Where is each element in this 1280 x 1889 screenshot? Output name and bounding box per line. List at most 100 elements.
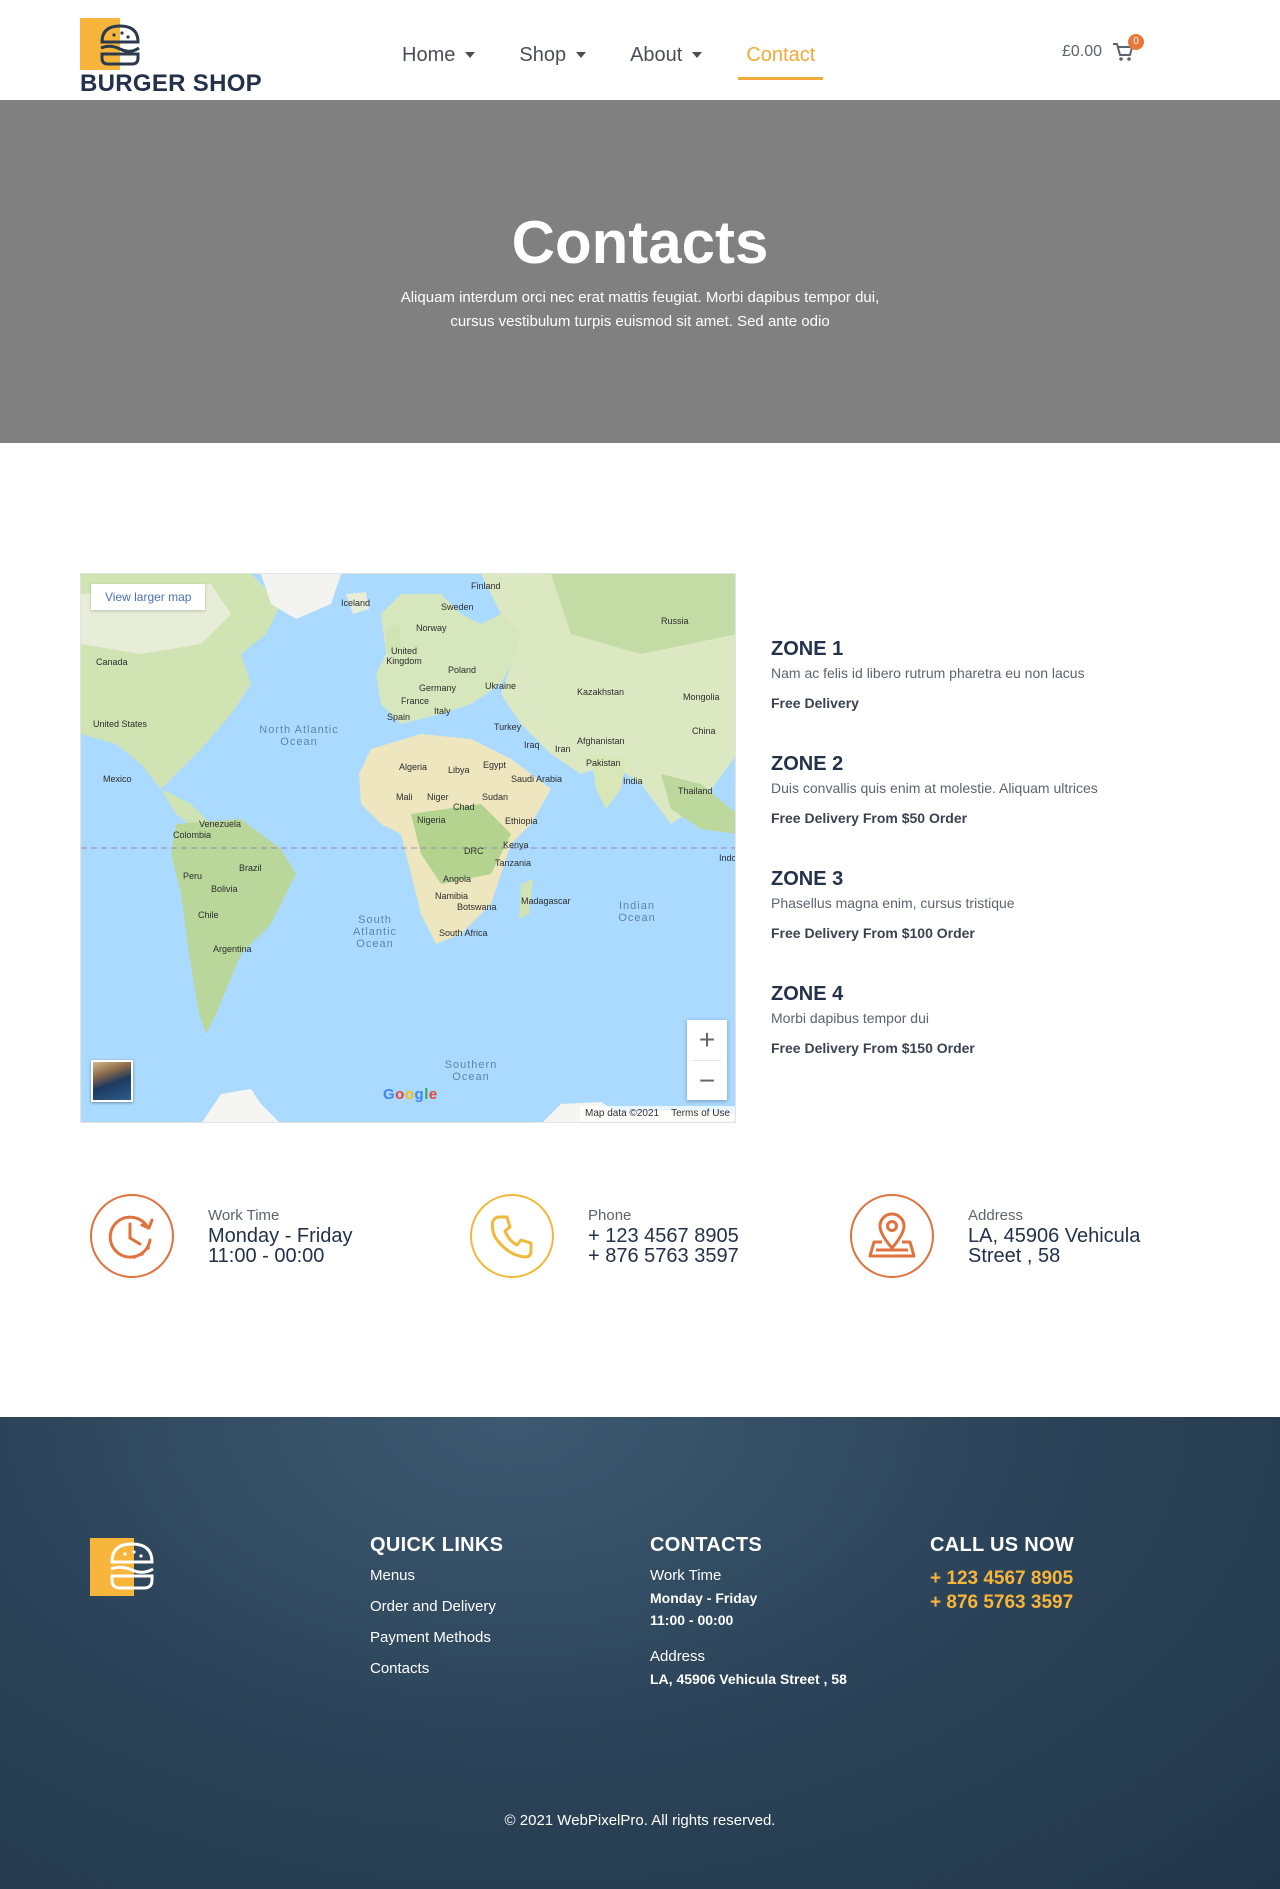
map-label: Madagascar (521, 896, 571, 906)
map-label: Italy (434, 706, 451, 716)
zoom-control: + − (687, 1020, 727, 1100)
footer-phone-2[interactable]: + 876 5763 3597 (930, 1591, 1074, 1615)
phone-icon-circle (470, 1194, 554, 1278)
map-data-text: Map data ©2021 (585, 1108, 660, 1119)
ocean-label: South Atlantic Ocean (352, 914, 398, 950)
map-pin-icon (868, 1212, 916, 1258)
copyright: © 2021 WebPixelPro. All rights reserved. (504, 1812, 776, 1829)
terms-of-use-link[interactable]: Terms of Use (671, 1108, 730, 1119)
cart-price: £0.00 (1062, 43, 1103, 60)
zoom-in-button[interactable]: + (687, 1020, 727, 1060)
map-label: Turkey (494, 722, 522, 732)
ocean-label: Southern Ocean (444, 1059, 498, 1083)
brand-logo[interactable]: BURGER SHOP (80, 18, 262, 98)
world-map[interactable]: Finland Iceland Sweden Norway Russia Uni… (80, 573, 736, 1123)
page-title: Contacts (511, 209, 769, 276)
map-attribution: Map data ©2021 Terms of Use (580, 1106, 735, 1121)
map-label: Peru (183, 871, 203, 881)
zone-delivery: Free Delivery From $100 Order (771, 925, 975, 941)
map-label: Mongolia (683, 692, 720, 702)
call-us-title: CALL US NOW (930, 1534, 1075, 1556)
zone-description: Nam ac felis id libero rutrum pharetra e… (771, 665, 1085, 681)
footer-address: LA, 45906 Vehicula Street , 58 (650, 1671, 847, 1687)
nav-item-contact[interactable]: Contact (724, 30, 837, 80)
map-label: Tanzania (495, 858, 532, 868)
address-line-2: Street , 58 (968, 1244, 1061, 1267)
zone-item: ZONE 1 Nam ac felis id libero rutrum pha… (771, 638, 1191, 753)
nav-item-home[interactable]: Home (380, 30, 497, 80)
map-label: Chad (453, 802, 475, 812)
nav-item-label: Home (402, 43, 456, 66)
map-label: Bolivia (211, 884, 238, 894)
footer-link-payment-methods[interactable]: Payment Methods (370, 1629, 503, 1646)
phone-number-2[interactable]: + 876 5763 3597 (588, 1246, 739, 1266)
zone-title: ZONE 3 (771, 868, 844, 890)
map-label: Brazil (239, 863, 262, 873)
zone-description: Morbi dapibus tempor dui (771, 1010, 929, 1026)
map-label: Nigeria (417, 815, 446, 825)
map-label: Poland (448, 665, 477, 675)
zone-description: Duis convallis quis enim at molestie. Al… (771, 780, 1098, 796)
map-label: Mali (396, 792, 413, 802)
work-time-label: Work Time (208, 1206, 280, 1224)
work-hours: 11:00 - 00:00 (208, 1244, 325, 1267)
address-line-1: LA, 45906 Vehicula (968, 1224, 1141, 1247)
map-label: Thailand (678, 786, 713, 796)
contacts-title: CONTACTS (650, 1534, 763, 1556)
map-label: Pakistan (586, 758, 621, 768)
nav-item-about[interactable]: About (608, 30, 724, 80)
zoom-out-button[interactable]: − (687, 1061, 727, 1101)
map-label: Chile (198, 910, 219, 920)
burger-icon (100, 24, 140, 66)
nav-item-label: Shop (519, 43, 567, 66)
zone-item: ZONE 4 Morbi dapibus tempor dui Free Del… (771, 983, 1191, 1098)
map-label: United States (93, 719, 148, 729)
footer-quick-links: QUICK LINKS Menus Order and Delivery Pay… (370, 1534, 503, 1691)
footer-work-hours: 11:00 - 00:00 (650, 1612, 734, 1628)
clock-icon (108, 1215, 154, 1259)
info-work-time: Work Time Monday - Friday 11:00 - 00:00 (90, 1193, 353, 1279)
map-label: Sudan (482, 792, 509, 802)
caret-down-icon (465, 52, 476, 58)
phone-number-1[interactable]: + 123 4567 8905 (588, 1226, 739, 1246)
main-nav: Home Shop About Contact (380, 30, 837, 80)
map-label: Argentina (213, 944, 252, 954)
footer-link-contacts[interactable]: Contacts (370, 1660, 503, 1677)
zone-description: Phasellus magna enim, cursus tristique (771, 895, 1015, 911)
quick-links-title: QUICK LINKS (370, 1534, 504, 1556)
map-label: DRC (464, 846, 484, 856)
satellite-toggle[interactable] (91, 1060, 133, 1102)
map-label: Niger (427, 792, 449, 802)
cart-button[interactable]: £0.00 0 (1062, 34, 1144, 62)
map-label: India (623, 776, 643, 786)
map-label: Kenya (503, 840, 529, 850)
map-label: Botswana (457, 902, 497, 912)
map-label: Iran (555, 744, 571, 754)
view-larger-map-link[interactable]: View larger map (91, 584, 206, 610)
map-label: China (692, 726, 716, 736)
footer-address-label: Address (650, 1648, 706, 1665)
map-label: Russia (661, 616, 689, 626)
map-label: Canada (96, 657, 128, 667)
map-label: Algeria (399, 762, 428, 772)
cart-count-badge: 0 (1128, 34, 1144, 50)
footer-work-days: Monday - Friday (650, 1590, 758, 1606)
burger-icon (110, 1542, 154, 1590)
zone-item: ZONE 2 Duis convallis quis enim at moles… (771, 753, 1191, 868)
footer-logo[interactable] (90, 1538, 160, 1598)
footer-phone-1[interactable]: + 123 4567 8905 (930, 1567, 1074, 1591)
site-header: BURGER SHOP Home Shop About Contact £0.0… (0, 0, 1280, 100)
footer-link-order-delivery[interactable]: Order and Delivery (370, 1598, 503, 1615)
nav-item-shop[interactable]: Shop (497, 30, 608, 80)
map-label: Spain (387, 712, 411, 722)
map-label: Sweden (441, 602, 474, 612)
footer-link-menus[interactable]: Menus (370, 1567, 503, 1584)
map-label: Libya (448, 765, 470, 775)
map-label: Afghanistan (577, 736, 625, 746)
map-label: Kazakhstan (577, 687, 625, 697)
delivery-zones: ZONE 1 Nam ac felis id libero rutrum pha… (771, 638, 1191, 1098)
phone-label: Phone (588, 1206, 632, 1224)
info-phone: Phone + 123 4567 8905 + 876 5763 3597 (470, 1193, 739, 1279)
map-pin-icon-circle (850, 1194, 934, 1278)
zone-title: ZONE 1 (771, 638, 844, 660)
